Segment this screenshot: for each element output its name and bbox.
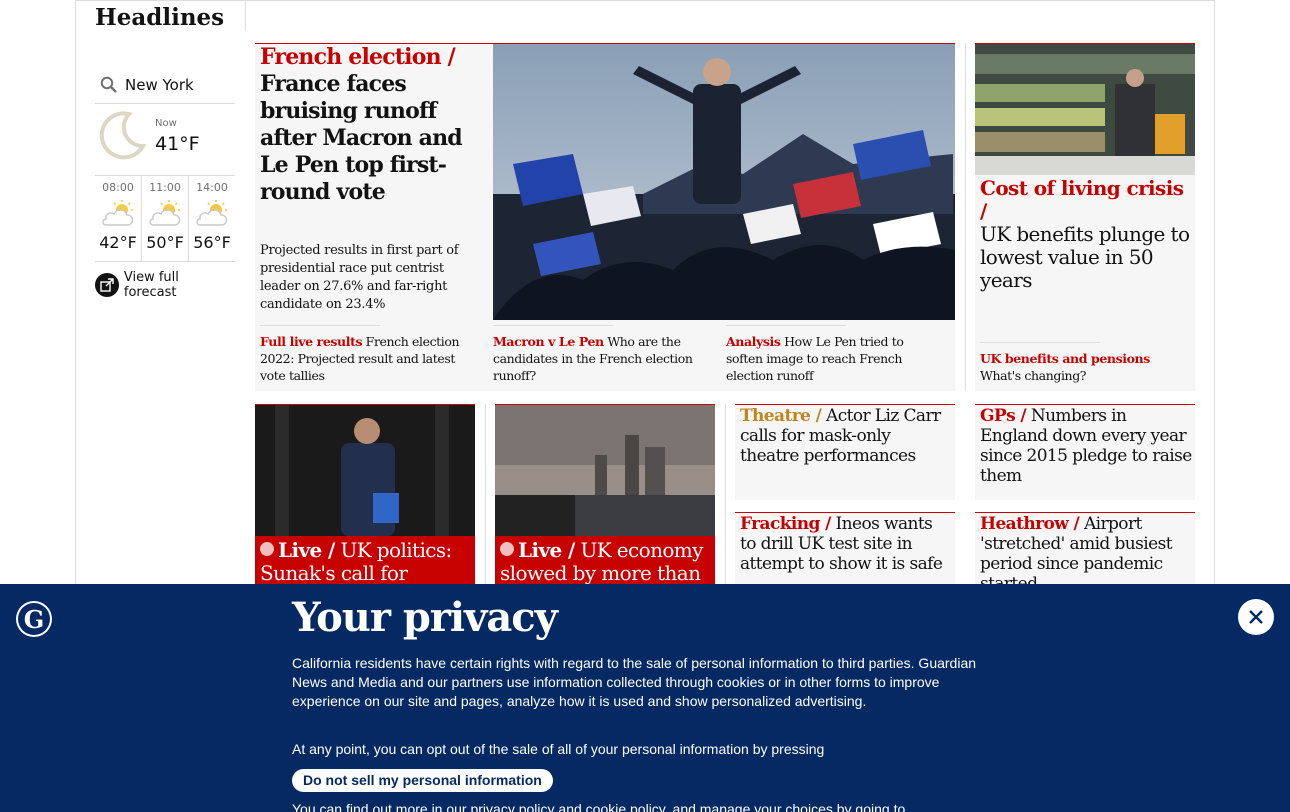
- forecast-time: 14:00: [196, 181, 228, 194]
- main-story-card[interactable]: French election / France faces bruising …: [255, 43, 955, 391]
- gps-headline[interactable]: GPs / Numbers in England down every year…: [980, 406, 1192, 486]
- sunak-image: [255, 405, 475, 536]
- weather-now: Now 41°F: [95, 104, 235, 176]
- view-forecast-label: View full forecast: [123, 270, 179, 300]
- partly-sunny-icon: [102, 200, 134, 226]
- cost-of-living-card[interactable]: Cost of living crisis / UK benefits plun…: [975, 43, 1195, 391]
- guardian-logo-icon: G: [16, 601, 52, 637]
- sublink-text: What's changing?: [980, 368, 1087, 383]
- fracking-card[interactable]: Fracking / Ineos wants to drill UK test …: [735, 512, 955, 594]
- main-headline[interactable]: French election / France faces bruising …: [260, 44, 488, 206]
- external-link-icon: [95, 273, 119, 297]
- heathrow-headline[interactable]: Heathrow / Airport 'stretched' amid busi…: [980, 514, 1192, 594]
- privacy-more-text: You can find out more in our privacy pol…: [292, 801, 906, 812]
- close-icon: [1249, 610, 1263, 624]
- sublink-analysis[interactable]: Analysis How Le Pen tried to soften imag…: [726, 325, 926, 384]
- main-kicker: French election /: [260, 44, 456, 70]
- sublink-benefits[interactable]: UK benefits and pensions What's changing…: [980, 342, 1180, 384]
- svg-text:G: G: [24, 605, 45, 634]
- supermarket-image: [975, 44, 1195, 175]
- cost-headline[interactable]: Cost of living crisis / UK benefits plun…: [980, 177, 1190, 292]
- privacy-title: Your privacy: [292, 594, 558, 641]
- column-divider: [725, 404, 726, 594]
- close-banner-button[interactable]: [1238, 599, 1274, 635]
- heathrow-card[interactable]: Heathrow / Airport 'stretched' amid busi…: [975, 512, 1195, 594]
- gps-kicker: GPs /: [980, 406, 1027, 426]
- live-politics-card[interactable]: Live / UK politics: Sunak's call for inq…: [255, 404, 475, 608]
- privacy-paragraph: California residents have certain rights…: [292, 655, 977, 709]
- fracking-kicker: Fracking /: [740, 514, 831, 534]
- main-headline-text: France faces bruising runoff after Macro…: [260, 71, 463, 205]
- cost-headline-text: UK benefits plunge to lowest value in 50…: [980, 222, 1190, 292]
- live-indicator-icon: [500, 542, 514, 556]
- privacy-opt-out-text: At any point, you can opt out of the sal…: [292, 741, 825, 757]
- heathrow-kicker: Heathrow /: [980, 514, 1080, 534]
- forecast-hour: 11:00 50°F: [141, 176, 188, 261]
- partly-sunny-icon: [196, 200, 228, 226]
- london-skyline-image: [495, 405, 715, 536]
- sublink-kicker: Full live results: [260, 334, 363, 349]
- theatre-kicker: Theatre /: [740, 406, 822, 426]
- view-forecast-link[interactable]: View full forecast: [95, 270, 235, 300]
- cost-kicker: Cost of living crisis /: [980, 176, 1184, 223]
- sublink-kicker: UK benefits and pensions: [980, 351, 1150, 366]
- sublink-kicker: Analysis: [726, 334, 781, 349]
- moon-icon: [99, 111, 147, 160]
- theatre-headline[interactable]: Theatre / Actor Liz Carr calls for mask-…: [740, 406, 952, 466]
- location-name: New York: [125, 75, 194, 94]
- main-story-image: [493, 44, 955, 320]
- forecast-hour: 14:00 56°F: [188, 176, 235, 261]
- weather-widget: New York Now 41°F 08:00 42°F 11:00 50°F: [95, 66, 235, 300]
- sublink-candidates[interactable]: Macron v Le Pen Who are the candidates i…: [493, 325, 713, 384]
- forecast-time: 08:00: [102, 181, 134, 194]
- fracking-headline[interactable]: Fracking / Ineos wants to drill UK test …: [740, 514, 952, 574]
- forecast-time: 11:00: [149, 181, 181, 194]
- now-temperature: 41°F: [155, 133, 200, 155]
- live-economy-card[interactable]: Live / UK economy slowed by more than: [495, 404, 715, 594]
- live-economy-headline[interactable]: Live / UK economy slowed by more than: [500, 539, 714, 585]
- section-title: Headlines: [95, 4, 225, 31]
- forecast-temp: 56°F: [193, 233, 231, 252]
- live-indicator-icon: [260, 542, 274, 556]
- theatre-card[interactable]: Theatre / Actor Liz Carr calls for mask-…: [735, 404, 955, 500]
- live-kicker: Live /: [518, 538, 575, 562]
- main-standfirst: Projected results in first part of presi…: [260, 243, 459, 312]
- weather-location[interactable]: New York: [95, 66, 235, 104]
- gps-card[interactable]: GPs / Numbers in England down every year…: [975, 404, 1195, 500]
- section-divider: [245, 0, 246, 31]
- sublink-live-results[interactable]: Full live results French election 2022: …: [260, 325, 480, 384]
- forecast-temp: 42°F: [99, 233, 137, 252]
- partly-sunny-icon: [149, 200, 181, 226]
- sublink-kicker: Macron v Le Pen: [493, 334, 604, 349]
- privacy-banner: G Your privacy California residents have…: [0, 584, 1290, 812]
- live-kicker: Live /: [278, 538, 335, 562]
- column-divider: [485, 404, 486, 594]
- now-label: Now: [155, 118, 177, 129]
- column-divider: [965, 43, 966, 391]
- search-icon: [100, 76, 117, 93]
- forecast-temp: 50°F: [146, 233, 184, 252]
- top-rule: [75, 0, 1215, 1]
- forecast-hour: 08:00 42°F: [95, 176, 141, 261]
- hourly-forecast: 08:00 42°F 11:00 50°F 14:00 56°F: [95, 176, 235, 262]
- do-not-sell-button[interactable]: Do not sell my personal information: [292, 769, 553, 792]
